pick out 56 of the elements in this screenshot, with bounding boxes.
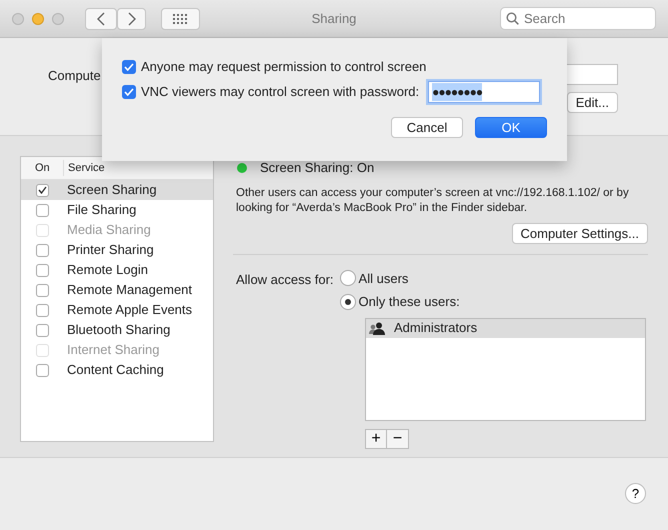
- search-icon: [506, 12, 519, 25]
- chevron-left-icon: [97, 12, 105, 26]
- checkbox[interactable]: [122, 85, 136, 99]
- checkbox[interactable]: [36, 244, 49, 256]
- minimize-button[interactable]: [32, 12, 44, 24]
- edit-button[interactable]: Edit...: [566, 92, 618, 112]
- checkmark-icon: [38, 186, 47, 194]
- checkbox[interactable]: [36, 324, 49, 336]
- service-row[interactable]: Remote Apple Events: [21, 300, 213, 320]
- checkmark-icon: [124, 88, 134, 96]
- radio-button[interactable]: [340, 294, 356, 310]
- remove-button[interactable]: −: [387, 428, 409, 448]
- column-header: On: [21, 160, 64, 176]
- checkbox[interactable]: [36, 304, 49, 316]
- radio-button[interactable]: [340, 270, 356, 286]
- computer-name-field[interactable]: [566, 64, 618, 85]
- computer-name-label: Compute: [48, 67, 101, 85]
- grid-icon: [173, 14, 187, 24]
- option-label: VNC viewers may control screen with password:: [141, 83, 420, 102]
- search-field[interactable]: Search: [500, 7, 656, 30]
- show-all-button[interactable]: [160, 8, 200, 30]
- description-text: Other users can access your computer’s screen at vnc://192.168.1.102/ or by looking for “Averda’s MacBook Pro” in the Finder sidebar.: [236, 186, 630, 216]
- service-row[interactable]: File Sharing: [21, 200, 213, 220]
- service-row[interactable]: Printer Sharing: [21, 240, 213, 260]
- checkbox[interactable]: [36, 204, 49, 216]
- checkbox[interactable]: [36, 264, 49, 276]
- service-row[interactable]: Bluetooth Sharing: [21, 320, 213, 340]
- checkbox[interactable]: [36, 284, 49, 296]
- status-text: Screen Sharing: On: [260, 159, 374, 177]
- checkmark-icon: [124, 63, 134, 71]
- help-button[interactable]: ?: [625, 483, 646, 504]
- service-row[interactable]: Remote Management: [21, 280, 213, 300]
- radio-label: All users: [358, 270, 408, 288]
- service-row[interactable]: Remote Login: [21, 260, 213, 280]
- service-row[interactable]: Content Caching: [21, 360, 213, 380]
- forward-button[interactable]: [117, 8, 146, 30]
- cancel-button[interactable]: Cancel: [391, 117, 463, 138]
- checkbox[interactable]: [36, 184, 49, 196]
- password-field[interactable]: ●●●●●●●●: [428, 81, 540, 103]
- checkbox[interactable]: [122, 60, 136, 74]
- access-label: Allow access for:: [236, 270, 334, 288]
- ok-button[interactable]: OK: [475, 117, 547, 138]
- service-row[interactable]: Screen Sharing: [21, 180, 213, 200]
- user-row[interactable]: Administrators: [366, 318, 645, 338]
- computer-settings-button[interactable]: Computer Settings...: [512, 222, 648, 244]
- chevron-right-icon: [128, 12, 136, 26]
- close-button[interactable]: [12, 12, 24, 24]
- add-button[interactable]: +: [365, 428, 387, 448]
- window-title: Sharing: [312, 10, 356, 28]
- back-button[interactable]: [85, 8, 117, 30]
- zoom-button[interactable]: [52, 12, 64, 24]
- option-label: Anyone may request permission to control screen: [141, 58, 426, 76]
- group-icon: [369, 322, 386, 334]
- column-header: Service: [67, 160, 105, 176]
- checkbox[interactable]: [36, 364, 49, 376]
- radio-label: Only these users:: [358, 293, 460, 311]
